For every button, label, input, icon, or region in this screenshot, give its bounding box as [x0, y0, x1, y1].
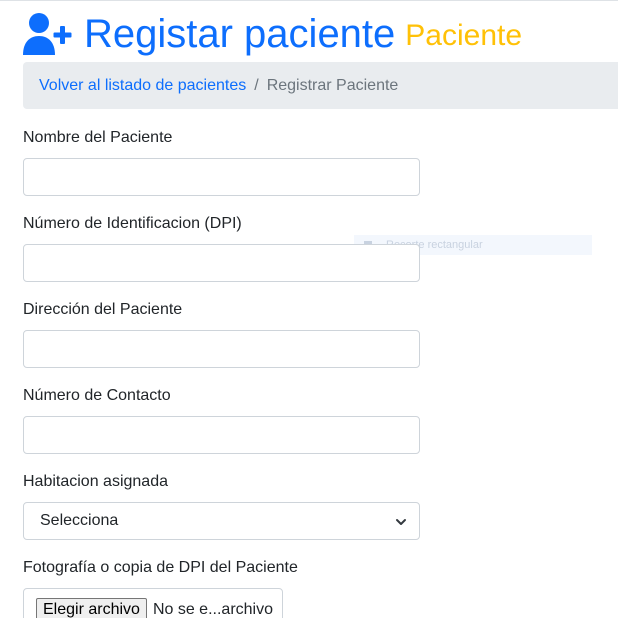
direccion-label: Dirección del Paciente	[23, 301, 183, 318]
nombre-label: Nombre del Paciente	[23, 129, 173, 146]
direccion-input[interactable]	[23, 330, 420, 368]
page-subtitle: Paciente	[405, 19, 523, 52]
foto-label: Fotografía o copia de DPI del Paciente	[23, 559, 298, 576]
breadcrumb-back-link[interactable]: Volver al listado de pacientes	[39, 77, 246, 95]
breadcrumb-separator: /	[254, 76, 259, 94]
nombre-input[interactable]	[23, 158, 420, 196]
page-title: Registar paciente	[84, 12, 396, 56]
contacto-label: Número de Contacto	[23, 387, 171, 404]
chevron-down-icon	[395, 515, 407, 527]
habitacion-label: Habitacion asignada	[23, 473, 168, 490]
breadcrumb-current: Registrar Paciente	[266, 76, 399, 94]
user-plus-icon	[22, 12, 74, 56]
breadcrumb: Volver al listado de pacientes / Registr…	[23, 62, 618, 109]
contacto-input[interactable]	[23, 416, 420, 454]
foto-file-input[interactable]: Elegir archivo No se e...archivo	[23, 588, 283, 618]
choose-file-button[interactable]: Elegir archivo	[36, 598, 147, 618]
file-status-text: No se e...archivo	[152, 601, 273, 618]
habitacion-selected-value: Selecciona	[40, 512, 119, 529]
dpi-label: Número de Identificacion (DPI)	[23, 215, 242, 232]
top-divider	[0, 0, 618, 1]
page-header: Registar paciente Paciente	[22, 10, 522, 56]
habitacion-select[interactable]: Selecciona	[23, 502, 420, 540]
page: Registar paciente Paciente Volver al lis…	[0, 0, 618, 618]
dpi-input[interactable]	[23, 244, 420, 282]
